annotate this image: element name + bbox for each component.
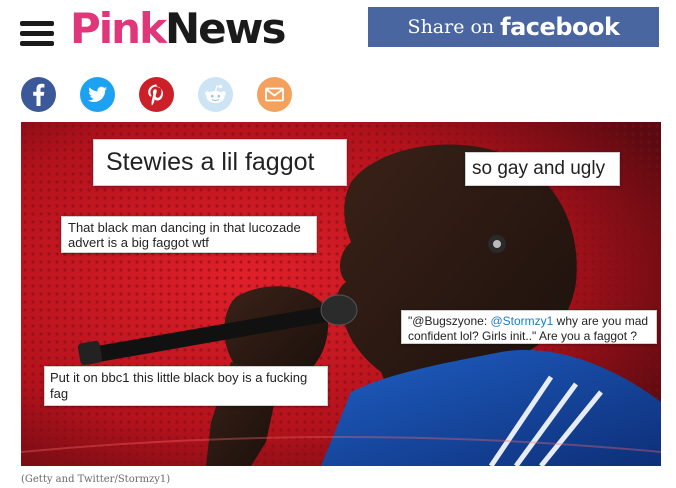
tweet-quote-box: That black man dancing in that lucozade … (61, 216, 317, 253)
facebook-wordmark: facebook (500, 13, 620, 41)
facebook-icon[interactable] (21, 77, 56, 112)
share-prefix: Share on (407, 16, 495, 38)
tweet-quote-box: Stewies a lil faggot (93, 139, 347, 186)
menu-icon[interactable] (20, 20, 54, 48)
mail-icon[interactable] (257, 77, 292, 112)
pinterest-icon[interactable] (139, 77, 174, 112)
tweet-quote-box: "@Bugszyone: @Stormzy1 why are you mad c… (401, 310, 657, 344)
tweet-quote-box: Put it on bbc1 this little black boy is … (44, 366, 328, 406)
hero-image: Stewies a lil faggot so gay and ugly Tha… (21, 122, 661, 466)
logo-pink-text: Pink (70, 4, 167, 53)
twitter-icon[interactable] (80, 77, 115, 112)
article-page: Pink News Share on facebook Stewies a li… (0, 0, 676, 488)
site-logo[interactable]: Pink News (70, 4, 286, 54)
logo-news-text: News (165, 4, 286, 53)
mention-link: @Stormzy1 (490, 314, 554, 328)
image-caption: (Getty and Twitter/Stormzy1) (21, 474, 171, 485)
share-on-facebook-button[interactable]: Share on facebook (368, 7, 659, 47)
tweet-quote-box: so gay and ugly (465, 152, 620, 186)
reddit-icon[interactable] (198, 77, 233, 112)
quote-prefix: "@Bugszyone: (408, 314, 491, 328)
social-share-bar (21, 77, 292, 112)
